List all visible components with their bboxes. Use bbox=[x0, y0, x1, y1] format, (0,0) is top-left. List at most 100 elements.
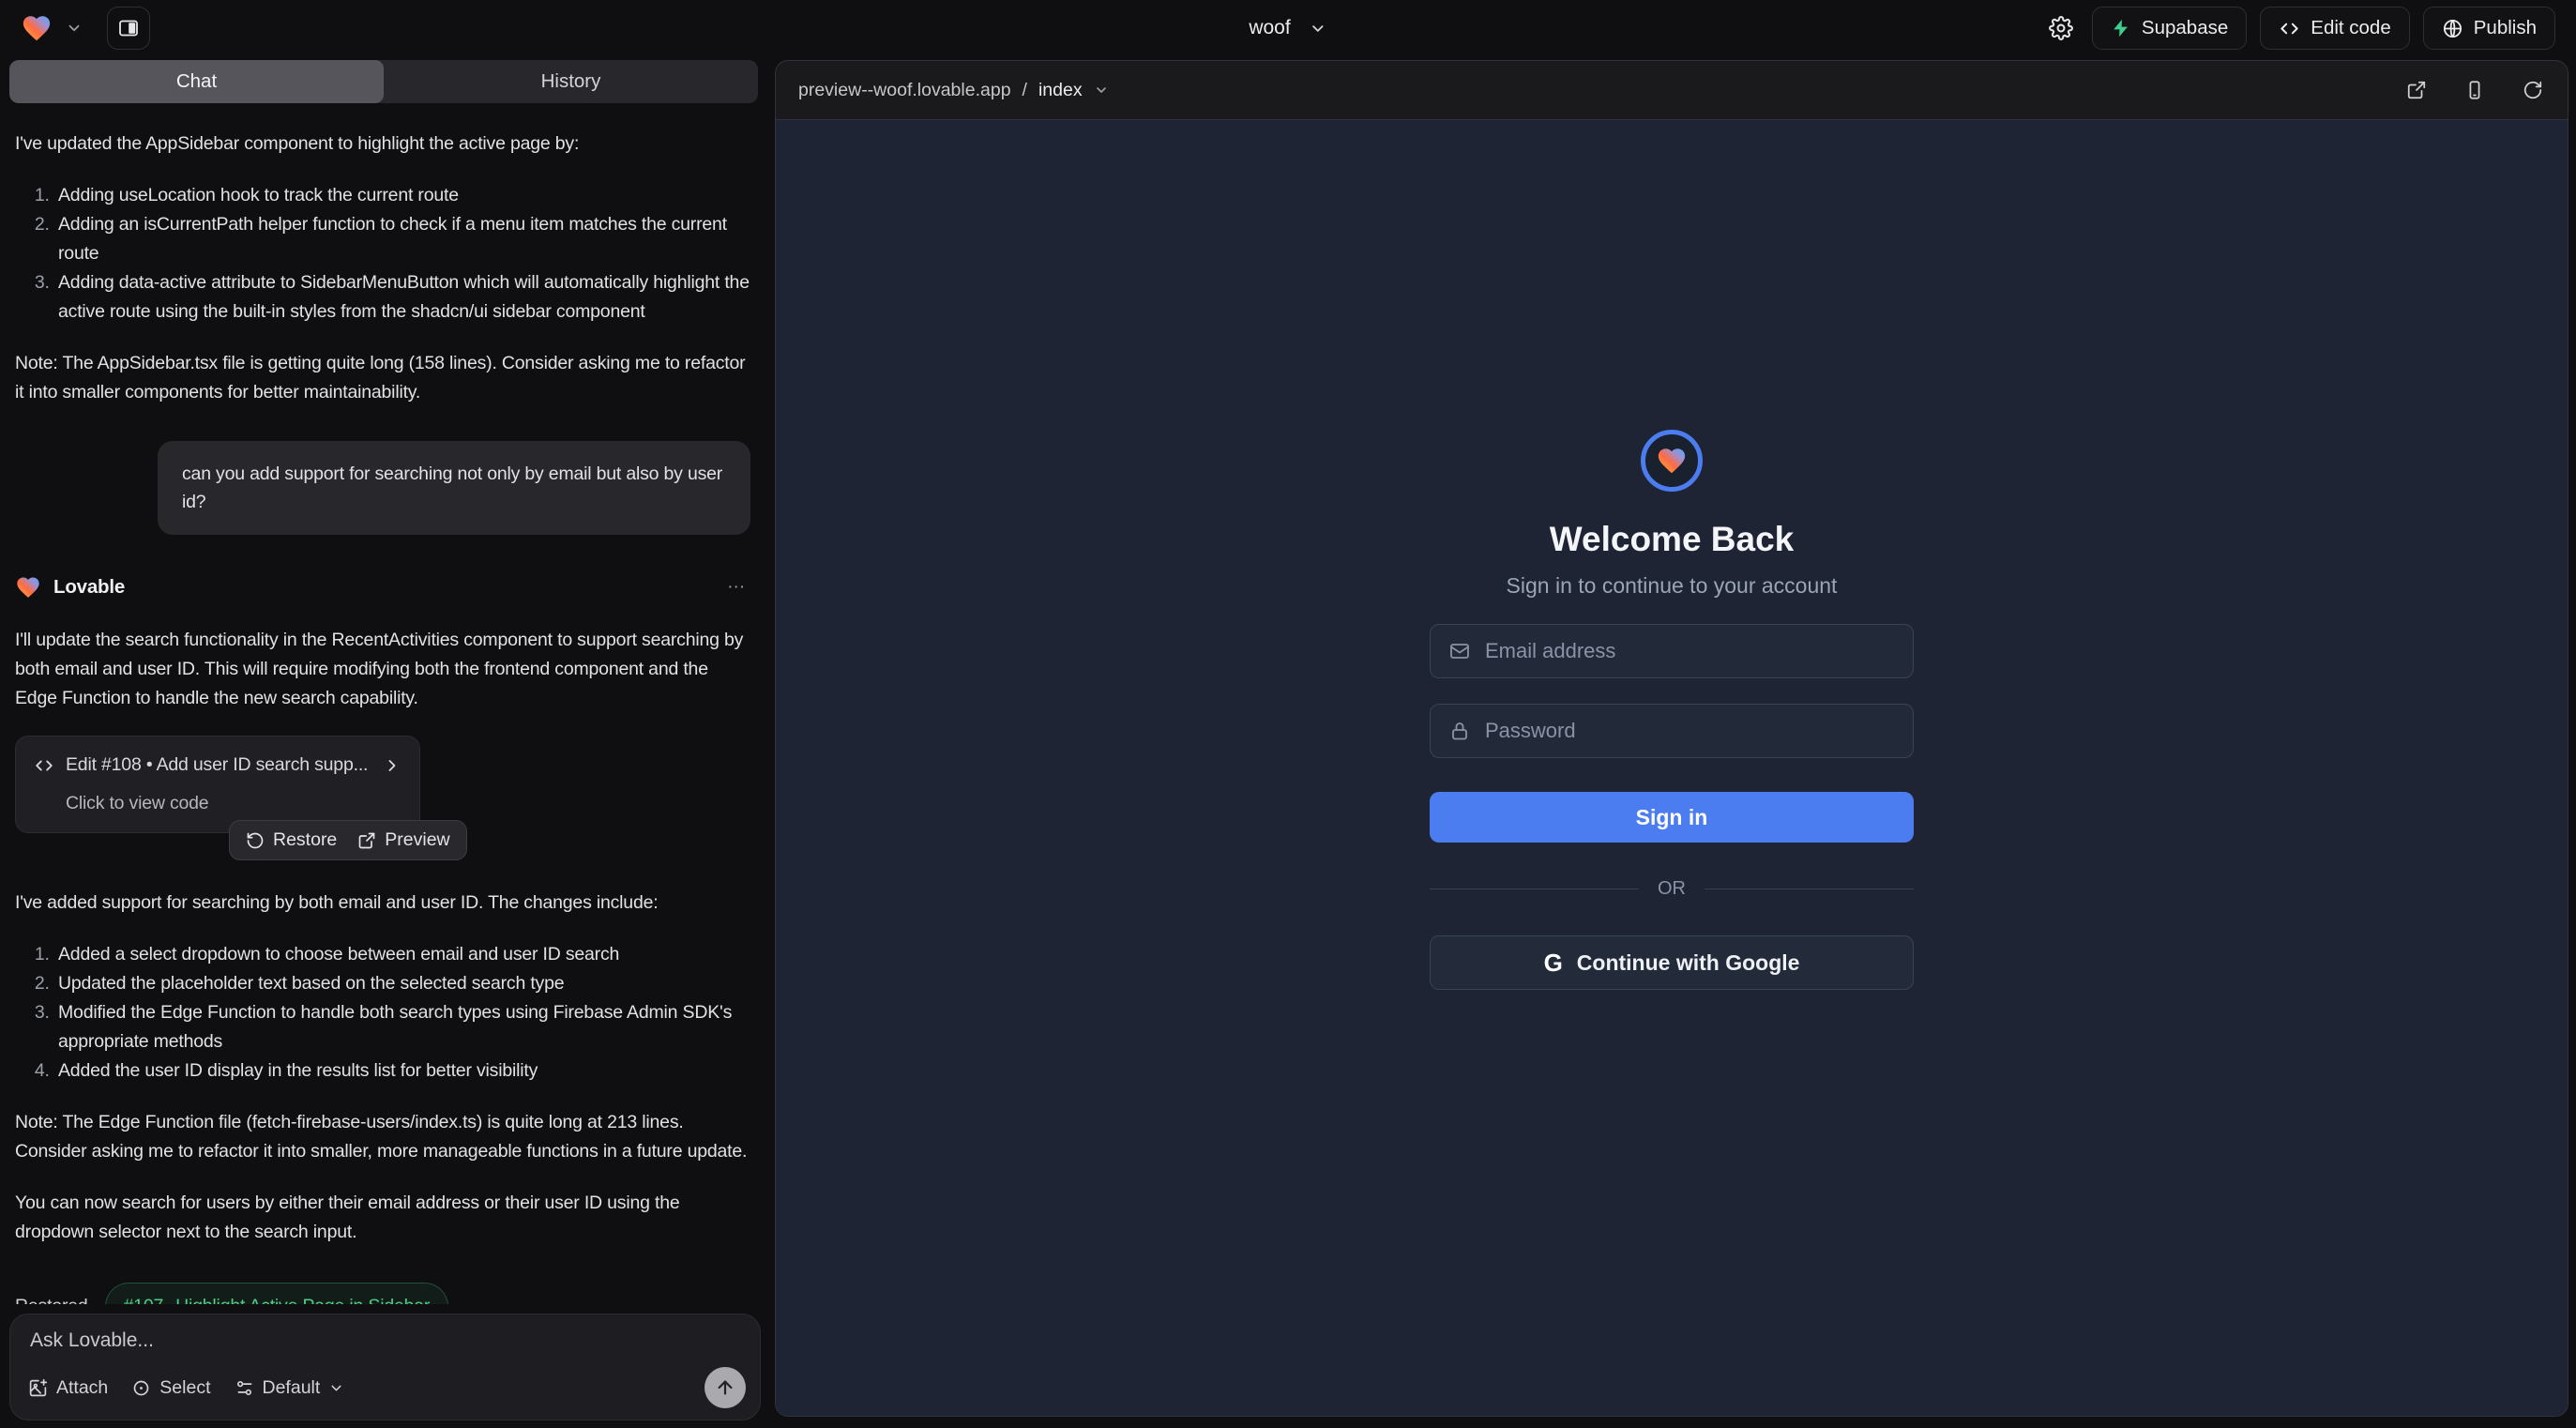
list-item: Added a select dropdown to choose betwee… bbox=[54, 940, 752, 969]
lock-icon bbox=[1448, 720, 1471, 742]
app-logo bbox=[1641, 430, 1703, 492]
edit-card-header: Edit #108 • Add user ID search supp... bbox=[34, 751, 402, 780]
lovable-heart-icon bbox=[15, 574, 41, 600]
chevron-down-icon bbox=[1094, 83, 1109, 98]
welcome-title: Welcome Back bbox=[1550, 520, 1795, 559]
assistant-paragraph: You can now search for users by either t… bbox=[15, 1189, 752, 1247]
globe-icon bbox=[2442, 18, 2463, 39]
attach-button[interactable]: Attach bbox=[28, 1377, 108, 1399]
project-switcher[interactable]: woof bbox=[1249, 17, 1326, 39]
refresh-button[interactable] bbox=[2521, 78, 2545, 102]
arrow-up-icon bbox=[715, 1377, 735, 1398]
heart-logo-icon bbox=[1656, 445, 1688, 477]
restored-row: Restored #107 Highlight Active Page in S… bbox=[15, 1283, 752, 1304]
welcome-subtitle: Sign in to continue to your account bbox=[1507, 573, 1838, 599]
select-button[interactable]: Select bbox=[131, 1377, 210, 1399]
edit-card-subtitle: Click to view code bbox=[66, 789, 402, 818]
code-brackets-icon bbox=[2279, 18, 2300, 39]
open-in-new-tab-button[interactable] bbox=[2404, 78, 2429, 102]
chat-panel: Chat History I've updated the AppSidebar… bbox=[0, 56, 767, 1428]
restore-button[interactable]: Restore bbox=[246, 829, 337, 851]
smartphone-icon bbox=[2464, 80, 2485, 100]
assistant-paragraph: I've added support for searching by both… bbox=[15, 889, 752, 918]
assistant-paragraph: I've updated the AppSidebar component to… bbox=[15, 129, 752, 159]
preview-toolbar: preview--woof.lovable.app / index bbox=[776, 61, 2568, 119]
assistant-note: Note: The AppSidebar.tsx file is getting… bbox=[15, 349, 752, 407]
assistant-paragraph: I'll update the search functionality in … bbox=[15, 626, 752, 713]
or-divider: OR bbox=[1430, 878, 1914, 900]
preview-viewport: Welcome Back Sign in to continue to your… bbox=[776, 119, 2568, 1416]
gear-icon bbox=[2049, 16, 2073, 40]
assistant-note: Note: The Edge Function file (fetch-fire… bbox=[15, 1108, 752, 1166]
assistant-header: Lovable ··· bbox=[15, 569, 752, 605]
list-item: Adding useLocation hook to track the cur… bbox=[54, 181, 752, 210]
chevron-down-icon bbox=[328, 1380, 344, 1396]
list-item: Modified the Edge Function to handle bot… bbox=[54, 998, 752, 1056]
edit-card[interactable]: Edit #108 • Add user ID search supp... C… bbox=[15, 736, 420, 833]
list-item: Updated the placeholder text based on th… bbox=[54, 969, 752, 998]
version-number: #107 bbox=[124, 1292, 164, 1304]
attach-image-icon bbox=[28, 1378, 48, 1398]
lovable-logo-icon[interactable] bbox=[21, 12, 53, 44]
sign-in-button[interactable]: Sign in bbox=[1430, 792, 1914, 843]
preview-actions bbox=[2404, 78, 2545, 102]
list-item: Added the user ID display in the results… bbox=[54, 1056, 752, 1086]
preview-url: preview--woof.lovable.app bbox=[798, 80, 1011, 101]
edit-code-button[interactable]: Edit code bbox=[2260, 7, 2409, 50]
external-link-icon bbox=[2406, 80, 2427, 100]
supabase-bolt-icon bbox=[2111, 18, 2131, 38]
password-field[interactable] bbox=[1485, 719, 1895, 743]
topbar: woof Supabase Edit code bbox=[0, 0, 2576, 56]
restored-version-badge[interactable]: #107 Highlight Active Page in Sidebar bbox=[105, 1283, 449, 1304]
restored-label: Restored bbox=[15, 1292, 88, 1304]
chat-messages: I've updated the AppSidebar component to… bbox=[0, 109, 767, 1304]
project-chevron-down-icon bbox=[1310, 20, 1327, 38]
mobile-view-button[interactable] bbox=[2462, 78, 2487, 102]
settings-button[interactable] bbox=[2043, 10, 2079, 46]
preview-panel: preview--woof.lovable.app / index bbox=[775, 60, 2568, 1417]
email-field[interactable] bbox=[1485, 639, 1895, 663]
version-title: Highlight Active Page in Sidebar bbox=[175, 1292, 430, 1304]
signin-card: Welcome Back Sign in to continue to your… bbox=[1430, 430, 1914, 990]
lovable-app: woof Supabase Edit code bbox=[0, 0, 2576, 1428]
mode-selector[interactable]: Default bbox=[235, 1377, 345, 1399]
google-g-icon: G bbox=[1544, 949, 1563, 978]
list-item: Adding data-active attribute to SidebarM… bbox=[54, 268, 752, 327]
chat-history-tabs: Chat History bbox=[9, 60, 758, 103]
topbar-right: Supabase Edit code Publish bbox=[2043, 7, 2555, 50]
workspace-chevron-down-icon[interactable] bbox=[66, 20, 83, 37]
tab-chat[interactable]: Chat bbox=[9, 60, 384, 103]
code-brackets-icon bbox=[34, 755, 54, 776]
preview-url-bar[interactable]: preview--woof.lovable.app / index bbox=[798, 80, 1109, 101]
sliders-icon bbox=[235, 1378, 254, 1398]
email-field-wrapper bbox=[1430, 624, 1914, 678]
composer-toolbar: Attach Select Default bbox=[28, 1367, 746, 1408]
tab-history[interactable]: History bbox=[384, 60, 758, 103]
or-label: OR bbox=[1658, 878, 1686, 900]
topbar-left bbox=[21, 7, 150, 50]
password-field-wrapper bbox=[1430, 704, 1914, 758]
more-options-icon[interactable]: ··· bbox=[720, 569, 752, 605]
supabase-button[interactable]: Supabase bbox=[2092, 7, 2247, 50]
preview-button[interactable]: Preview bbox=[357, 829, 449, 851]
sidebar-toggle-button[interactable] bbox=[107, 7, 150, 50]
preview-page: index bbox=[1038, 80, 1083, 101]
google-signin-button[interactable]: G Continue with Google bbox=[1430, 935, 1914, 990]
project-title: woof bbox=[1249, 17, 1290, 39]
edit-actions-pill: Restore Preview bbox=[229, 820, 467, 860]
assistant-list: Adding useLocation hook to track the cur… bbox=[15, 181, 752, 327]
edit-card-title: Edit #108 • Add user ID search supp... bbox=[66, 751, 371, 780]
restore-icon bbox=[246, 831, 265, 850]
chevron-right-icon bbox=[383, 756, 402, 775]
chat-input[interactable] bbox=[30, 1329, 554, 1352]
user-message-bubble: can you add support for searching not on… bbox=[158, 441, 750, 535]
composer: Attach Select Default bbox=[9, 1314, 761, 1420]
list-item: Adding an isCurrentPath helper function … bbox=[54, 210, 752, 268]
assistant-name: Lovable bbox=[53, 572, 125, 601]
send-button[interactable] bbox=[705, 1367, 746, 1408]
select-target-icon bbox=[131, 1378, 151, 1398]
url-separator: / bbox=[1023, 80, 1027, 101]
mail-icon bbox=[1448, 640, 1471, 662]
external-link-icon bbox=[357, 831, 376, 850]
publish-button[interactable]: Publish bbox=[2423, 7, 2555, 50]
